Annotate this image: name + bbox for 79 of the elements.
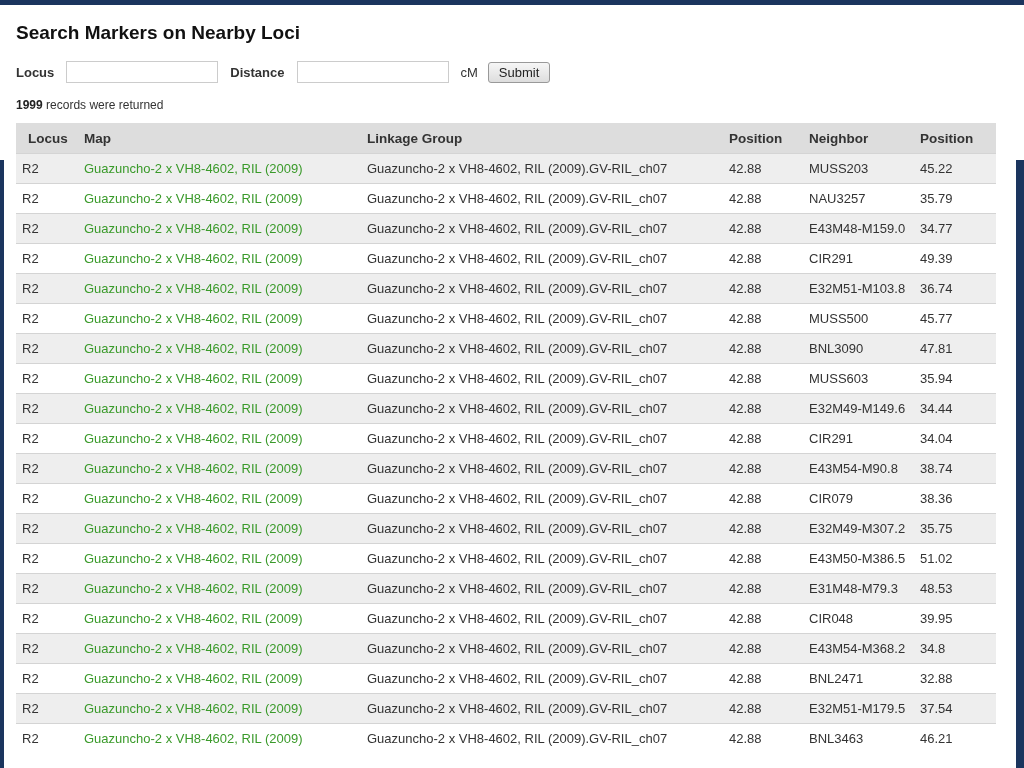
table-cell: E43M54-M368.2 <box>803 633 914 664</box>
table-cell: 42.88 <box>723 513 803 544</box>
table-cell: Guazuncho-2 x VH8-4602, RIL (2009).GV-RIL_ch07 <box>361 573 723 604</box>
table-cell: 36.74 <box>914 273 996 304</box>
table-cell: R2 <box>16 213 78 244</box>
table-cell: 46.21 <box>914 723 996 753</box>
map-link[interactable]: Guazuncho-2 x VH8-4602, RIL (2009) <box>84 431 303 446</box>
table-cell: R2 <box>16 273 78 304</box>
table-cell: 47.81 <box>914 333 996 364</box>
table-cell: 42.88 <box>723 213 803 244</box>
table-cell: MUSS203 <box>803 153 914 184</box>
table-cell: 42.88 <box>723 723 803 753</box>
records-count-text: 1999 records were returned <box>16 98 165 112</box>
table-cell: Guazuncho-2 x VH8-4602, RIL (2009).GV-RIL_ch07 <box>361 273 723 304</box>
table-cell: E31M48-M79.3 <box>803 573 914 604</box>
map-link[interactable]: Guazuncho-2 x VH8-4602, RIL (2009) <box>84 191 303 206</box>
table-cell: R2 <box>16 723 78 753</box>
map-link[interactable]: Guazuncho-2 x VH8-4602, RIL (2009) <box>84 491 303 506</box>
column-header: Position <box>914 123 996 154</box>
table-cell: 48.53 <box>914 573 996 604</box>
locus-input[interactable] <box>66 61 219 83</box>
locus-label: Locus <box>16 64 55 80</box>
table-cell: R2 <box>16 573 78 604</box>
map-link[interactable]: Guazuncho-2 x VH8-4602, RIL (2009) <box>84 371 303 386</box>
table-cell: E32M49-M149.6 <box>803 393 914 424</box>
table-cell: Guazuncho-2 x VH8-4602, RIL (2009).GV-RIL_ch07 <box>361 693 723 724</box>
table-cell: 35.75 <box>914 513 996 544</box>
map-link[interactable]: Guazuncho-2 x VH8-4602, RIL (2009) <box>84 731 303 746</box>
column-header: Map <box>78 123 361 154</box>
table-cell: 34.44 <box>914 393 996 424</box>
submit-button[interactable]: Submit <box>487 61 551 83</box>
column-header: Linkage Group <box>361 123 723 154</box>
table-cell: 42.88 <box>723 393 803 424</box>
unit-label: cM <box>460 64 478 80</box>
table-cell: 42.88 <box>723 153 803 184</box>
table-cell: Guazuncho-2 x VH8-4602, RIL (2009).GV-RIL_ch07 <box>361 633 723 664</box>
table-cell: Guazuncho-2 x VH8-4602, RIL (2009).GV-RIL_ch07 <box>361 333 723 364</box>
map-link[interactable]: Guazuncho-2 x VH8-4602, RIL (2009) <box>84 251 303 266</box>
table-cell: Guazuncho-2 x VH8-4602, RIL (2009).GV-RIL_ch07 <box>361 513 723 544</box>
table-cell: E32M51-M103.8 <box>803 273 914 304</box>
table-cell: R2 <box>16 333 78 364</box>
table-cell: E32M51-M179.5 <box>803 693 914 724</box>
table-cell: E32M49-M307.2 <box>803 513 914 544</box>
table-cell: E43M54-M90.8 <box>803 453 914 484</box>
map-link[interactable]: Guazuncho-2 x VH8-4602, RIL (2009) <box>84 551 303 566</box>
table-cell: 34.77 <box>914 213 996 244</box>
table-cell: BNL3463 <box>803 723 914 753</box>
table-cell: 42.88 <box>723 273 803 304</box>
distance-label: Distance <box>230 64 285 80</box>
table-cell: 38.74 <box>914 453 996 484</box>
map-link[interactable]: Guazuncho-2 x VH8-4602, RIL (2009) <box>84 311 303 326</box>
distance-input[interactable] <box>296 61 449 83</box>
table-cell: R2 <box>16 453 78 484</box>
table-cell: 34.8 <box>914 633 996 664</box>
column-header: Locus <box>16 123 78 154</box>
table-cell: 45.22 <box>914 153 996 184</box>
table-cell: R2 <box>16 633 78 664</box>
table-cell: E43M48-M159.0 <box>803 213 914 244</box>
table-cell: R2 <box>16 393 78 424</box>
table-cell: R2 <box>16 153 78 184</box>
table-cell: Guazuncho-2 x VH8-4602, RIL (2009).GV-RIL_ch07 <box>361 393 723 424</box>
column-header: Neighbor <box>803 123 914 154</box>
table-cell: 42.88 <box>723 633 803 664</box>
table-cell: 37.54 <box>914 693 996 724</box>
table-cell: Guazuncho-2 x VH8-4602, RIL (2009).GV-RIL_ch07 <box>361 453 723 484</box>
table-cell: R2 <box>16 693 78 724</box>
table-cell: 42.88 <box>723 333 803 364</box>
table-cell: 42.88 <box>723 573 803 604</box>
table-cell: R2 <box>16 513 78 544</box>
table-cell: 42.88 <box>723 693 803 724</box>
page-title: Search Markers on Nearby Loci <box>16 22 302 44</box>
table-cell: BNL3090 <box>803 333 914 364</box>
map-link[interactable]: Guazuncho-2 x VH8-4602, RIL (2009) <box>84 611 303 626</box>
column-header: Position <box>723 123 803 154</box>
map-link[interactable]: Guazuncho-2 x VH8-4602, RIL (2009) <box>84 671 303 686</box>
table-cell: Guazuncho-2 x VH8-4602, RIL (2009).GV-RIL_ch07 <box>361 213 723 244</box>
table-cell: Guazuncho-2 x VH8-4602, RIL (2009).GV-RIL_ch07 <box>361 723 723 753</box>
table-cell: Guazuncho-2 x VH8-4602, RIL (2009).GV-RIL_ch07 <box>361 153 723 184</box>
table-cell: 42.88 <box>723 453 803 484</box>
